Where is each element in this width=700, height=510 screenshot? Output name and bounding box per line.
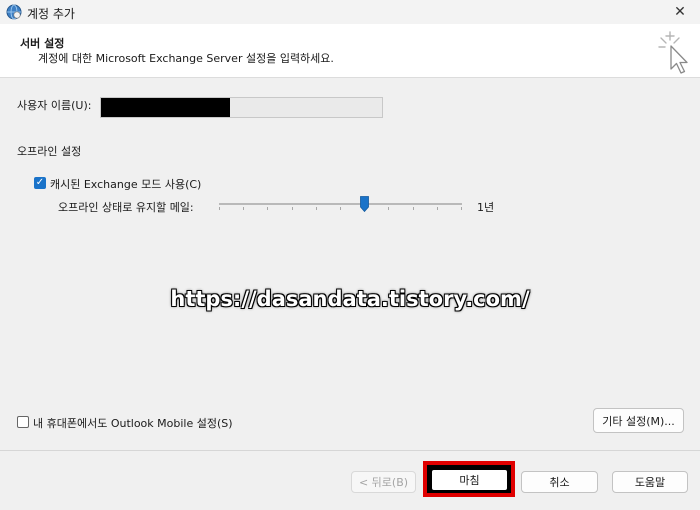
offline-mail-slider-thumb[interactable] [360,196,369,212]
cancel-button[interactable]: 취소 [521,471,598,493]
finish-button[interactable]: 마침 [432,470,507,490]
slider-tick [437,207,438,210]
slider-tick [267,207,268,210]
slider-tick [340,207,341,210]
wizard-header: 서버 설정 계정에 대한 Microsoft Exchange Server 설… [0,24,700,78]
close-icon: ✕ [674,4,686,20]
help-button[interactable]: 도움말 [612,471,688,493]
slider-tick [243,207,244,210]
close-button[interactable]: ✕ [660,0,700,24]
title-bar: 계정 추가 ✕ [0,0,700,24]
slider-tick [461,207,462,210]
outlook-mobile-checkbox[interactable] [17,416,29,428]
slider-tick [219,207,220,210]
more-settings-button[interactable]: 기타 설정(M)... [593,408,684,433]
offline-settings-heading: 오프라인 설정 [17,145,82,158]
page-description: 계정에 대한 Microsoft Exchange Server 설정을 입력하… [38,52,334,65]
cursor-sparkle-icon [658,31,688,74]
globe-icon [6,4,22,20]
cached-mode-label[interactable]: 캐시된 Exchange 모드 사용(C) [50,176,201,192]
outlook-mobile-label[interactable]: 내 휴대폰에서도 Outlook Mobile 설정(S) [33,415,233,431]
user-name-input[interactable] [100,97,383,118]
slider-tick [316,207,317,210]
window-title: 계정 추가 [27,7,75,21]
back-button[interactable]: < 뒤로(B) [351,471,416,493]
checkmark-icon: ✓ [35,177,45,188]
cached-mode-checkbox[interactable]: ✓ [34,177,46,189]
slider-tick [413,207,414,210]
user-name-label: 사용자 이름(U): [17,99,92,112]
page-title: 서버 설정 [20,37,65,50]
offline-mail-slider-track[interactable] [219,203,462,205]
slider-ticks [219,207,462,211]
slider-tick [292,207,293,210]
slider-tick [388,207,389,210]
redacted-value [101,98,230,117]
offline-mail-label: 오프라인 상태로 유지할 메일: [58,201,194,214]
settings-panel [0,79,700,450]
watermark-url: https://dasandata.tistory.com/ [170,287,530,311]
offline-mail-value: 1년 [477,201,495,214]
